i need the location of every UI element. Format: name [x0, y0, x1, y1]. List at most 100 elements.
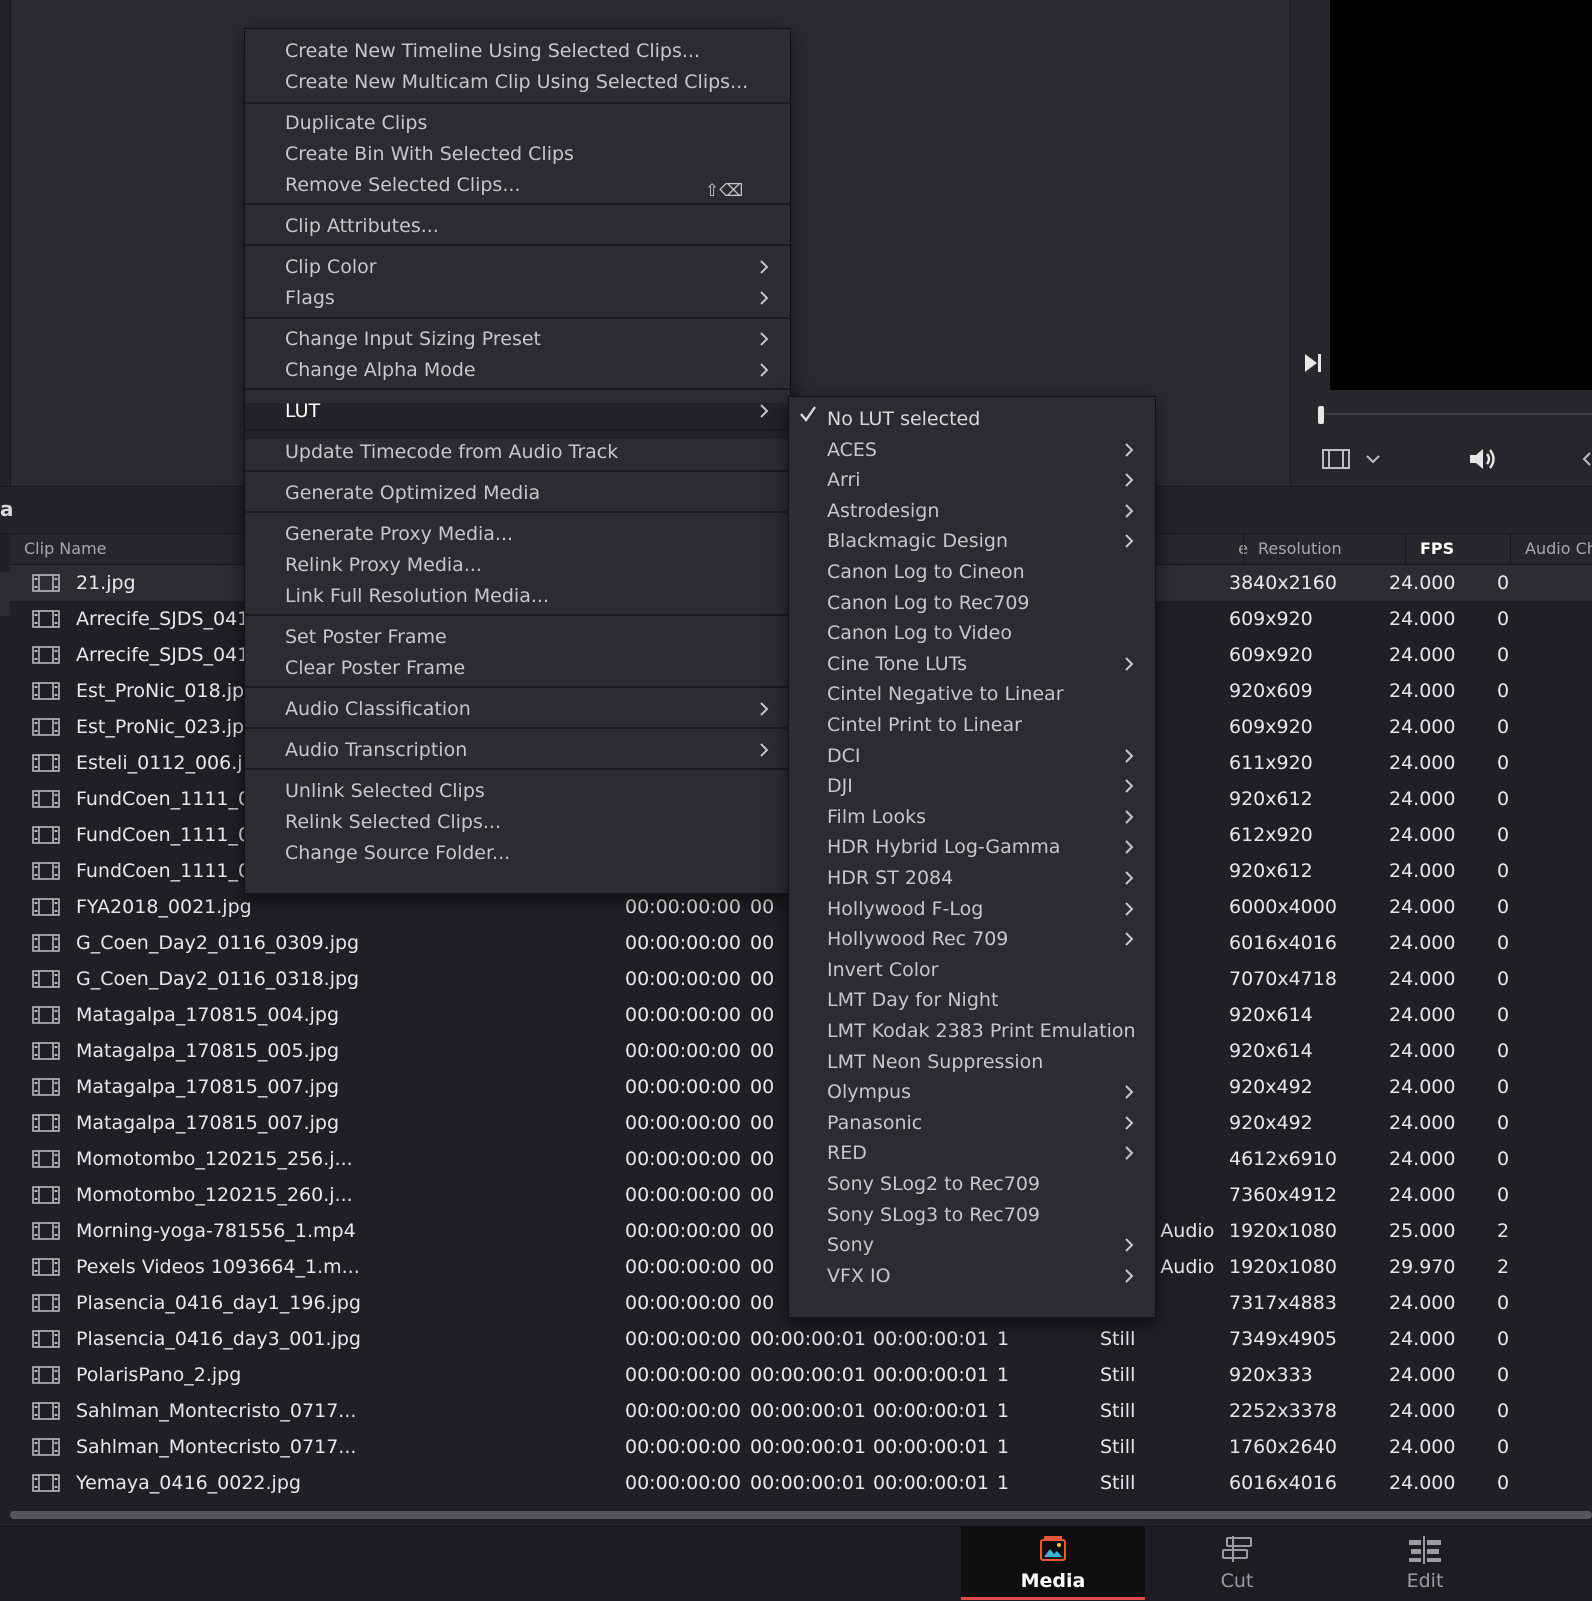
lut-item-hollywood-rec-709[interactable]: Hollywood Rec 709: [827, 927, 1008, 951]
menu-item-update-timecode-from-audio-track[interactable]: Update Timecode from Audio Track: [285, 440, 618, 464]
lut-item-sony-slog2-to-rec709[interactable]: Sony SLog2 to Rec709: [827, 1172, 1040, 1196]
cell-name[interactable]: Esteli_0112_006.jpg: [76, 745, 267, 781]
lut-item-no-lut-selected[interactable]: No LUT selected: [827, 407, 980, 431]
menu-item-relink-selected-clips[interactable]: Relink Selected Clips...: [285, 810, 501, 834]
cell-name[interactable]: Momotombo_120215_256.j...: [76, 1141, 353, 1177]
lut-item-sony-slog3-to-rec709[interactable]: Sony SLog3 to Rec709: [827, 1203, 1040, 1227]
cell-name[interactable]: G_Coen_Day2_0116_0309.jpg: [76, 925, 359, 961]
skip-to-end-icon[interactable]: [1303, 352, 1323, 374]
menu-item-generate-optimized-media[interactable]: Generate Optimized Media: [285, 481, 540, 505]
lut-item-canon-log-to-rec709[interactable]: Canon Log to Rec709: [827, 591, 1030, 615]
lut-item-cintel-negative-to-linear[interactable]: Cintel Negative to Linear: [827, 682, 1064, 706]
menu-item-clip-color[interactable]: Clip Color: [285, 255, 377, 279]
cell-name[interactable]: Sahlman_Montecristo_0717...: [76, 1393, 356, 1429]
tab-media[interactable]: Media: [961, 1526, 1145, 1600]
lut-item-dji[interactable]: DJI: [827, 774, 853, 798]
lut-item-aces[interactable]: ACES: [827, 438, 877, 462]
tab-cut[interactable]: Cut: [1145, 1526, 1329, 1600]
lut-item-cine-tone-luts[interactable]: Cine Tone LUTs: [827, 652, 967, 676]
cell-name[interactable]: Est_ProNic_018.jpg: [76, 673, 256, 709]
table-row[interactable]: Plasencia_0416_day3_001.jpg 00:00:00:00 00…: [10, 1321, 1592, 1357]
cell-name[interactable]: Matagalpa_170815_004.jpg: [76, 997, 339, 1033]
lut-item-sony[interactable]: Sony: [827, 1233, 874, 1257]
clip-view-icon[interactable]: [1322, 449, 1350, 469]
menu-item-unlink-selected-clips[interactable]: Unlink Selected Clips: [285, 779, 485, 803]
menu-separator: [245, 317, 790, 319]
cell-name[interactable]: Plasencia_0416_day3_001.jpg: [76, 1321, 361, 1357]
lut-item-canon-log-to-cineon[interactable]: Canon Log to Cineon: [827, 560, 1025, 584]
lut-item-vfx-io[interactable]: VFX IO: [827, 1264, 891, 1288]
cell-name[interactable]: Yemaya_0416_0022.jpg: [76, 1465, 301, 1501]
cell-name[interactable]: FundCoen_1111_00: [76, 817, 262, 853]
menu-item-change-source-folder[interactable]: Change Source Folder...: [285, 841, 510, 865]
lut-item-dci[interactable]: DCI: [827, 744, 861, 768]
menu-item-duplicate-clips[interactable]: Duplicate Clips: [285, 111, 427, 135]
table-row[interactable]: PolarisPano_2.jpg 00:00:00:00 00:00:00:01 0…: [10, 1357, 1592, 1393]
menu-item-audio-transcription[interactable]: Audio Transcription: [285, 738, 467, 762]
cell-name[interactable]: Pexels Videos 1093664_1.m...: [76, 1249, 360, 1285]
lut-item-red[interactable]: RED: [827, 1141, 867, 1165]
menu-item-flags[interactable]: Flags: [285, 286, 335, 310]
lut-item-lmt-day-for-night[interactable]: LMT Day for Night: [827, 988, 998, 1012]
menu-item-create-bin-with-selected-clips[interactable]: Create Bin With Selected Clips: [285, 142, 574, 166]
cell-name[interactable]: FundCoen_1111_00: [76, 853, 262, 889]
cell-name[interactable]: Est_ProNic_023.jpg: [76, 709, 256, 745]
speaker-icon[interactable]: [1468, 446, 1500, 472]
menu-item-create-new-timeline-using-selected-clips[interactable]: Create New Timeline Using Selected Clips…: [285, 39, 700, 63]
scrubber-playhead[interactable]: [1318, 406, 1324, 424]
cell-name[interactable]: Sahlman_Montecristo_0717...: [76, 1429, 356, 1465]
lut-item-canon-log-to-video[interactable]: Canon Log to Video: [827, 621, 1012, 645]
lut-item-hdr-hybrid-log-gamma[interactable]: HDR Hybrid Log-Gamma: [827, 835, 1060, 859]
table-row[interactable]: Sahlman_Montecristo_0717... 00:00:00:00 00…: [10, 1429, 1592, 1465]
menu-item-change-alpha-mode[interactable]: Change Alpha Mode: [285, 358, 476, 382]
table-row[interactable]: Yemaya_0416_0022.jpg 00:00:00:00 00:00:00:…: [10, 1465, 1592, 1501]
lut-item-hdr-st-2084[interactable]: HDR ST 2084: [827, 866, 953, 890]
lut-item-olympus[interactable]: Olympus: [827, 1080, 911, 1104]
column-fps[interactable]: FPS: [1405, 534, 1510, 564]
lut-item-arri[interactable]: Arri: [827, 468, 861, 492]
lut-item-panasonic[interactable]: Panasonic: [827, 1111, 922, 1135]
cell-name[interactable]: Matagalpa_170815_007.jpg: [76, 1069, 339, 1105]
column-resolution[interactable]: Resolution: [1243, 534, 1405, 564]
menu-item-change-input-sizing-preset[interactable]: Change Input Sizing Preset: [285, 327, 541, 351]
cell-name[interactable]: Momotombo_120215_260.j...: [76, 1177, 353, 1213]
lut-item-lmt-kodak-2383-print-emulation[interactable]: LMT Kodak 2383 Print Emulation: [827, 1019, 1136, 1043]
cell-res: 920x333: [1229, 1364, 1313, 1386]
scrubber-track[interactable]: [1322, 413, 1592, 415]
horizontal-scrollbar-thumb[interactable]: [10, 1511, 1592, 1519]
lut-item-cintel-print-to-linear[interactable]: Cintel Print to Linear: [827, 713, 1022, 737]
lut-item-lmt-neon-suppression[interactable]: LMT Neon Suppression: [827, 1050, 1043, 1074]
cell-name[interactable]: Morning-yoga-781556_1.mp4: [76, 1213, 356, 1249]
cell-name[interactable]: Matagalpa_170815_007.jpg: [76, 1105, 339, 1141]
cell-name[interactable]: Matagalpa_170815_005.jpg: [76, 1033, 339, 1069]
lut-item-film-looks[interactable]: Film Looks: [827, 805, 926, 829]
cell-name[interactable]: 21.jpg: [76, 565, 136, 601]
menu-item-set-poster-frame[interactable]: Set Poster Frame: [285, 625, 447, 649]
cell-name[interactable]: PolarisPano_2.jpg: [76, 1357, 241, 1393]
lut-item-hollywood-f-log[interactable]: Hollywood F-Log: [827, 897, 983, 921]
cell-name[interactable]: Arrecife_SJDS_0412: [76, 637, 261, 673]
menu-item-clip-attributes[interactable]: Clip Attributes...: [285, 214, 439, 238]
chevron-left-icon[interactable]: [1580, 450, 1592, 468]
chevron-down-icon[interactable]: [1364, 450, 1382, 468]
column-type[interactable]: e: [1150, 534, 1254, 564]
cell-name[interactable]: FYA2018_0021.jpg: [76, 889, 252, 925]
tab-edit[interactable]: Edit: [1333, 1526, 1517, 1600]
cell-name[interactable]: FundCoen_1111_00: [76, 781, 262, 817]
menu-item-create-new-multicam-clip-using-selected-clips[interactable]: Create New Multicam Clip Using Selected …: [285, 70, 748, 94]
menu-item-link-full-resolution-media[interactable]: Link Full Resolution Media...: [285, 584, 549, 608]
lut-item-invert-color[interactable]: Invert Color: [827, 958, 939, 982]
cell-name[interactable]: Arrecife_SJDS_0412: [76, 601, 261, 637]
menu-item-generate-proxy-media[interactable]: Generate Proxy Media...: [285, 522, 513, 546]
menu-item-clear-poster-frame[interactable]: Clear Poster Frame: [285, 656, 465, 680]
table-row[interactable]: Sahlman_Montecristo_0717... 00:00:00:00 00…: [10, 1393, 1592, 1429]
column-audio-channels[interactable]: Audio Ch: [1510, 534, 1592, 564]
lut-item-blackmagic-design[interactable]: Blackmagic Design: [827, 529, 1008, 553]
cell-name[interactable]: Plasencia_0416_day1_196.jpg: [76, 1285, 361, 1321]
menu-item-relink-proxy-media[interactable]: Relink Proxy Media...: [285, 553, 482, 577]
menu-item-lut[interactable]: LUT: [285, 399, 320, 423]
menu-item-remove-selected-clips[interactable]: Remove Selected Clips...: [285, 173, 520, 197]
cell-name[interactable]: G_Coen_Day2_0116_0318.jpg: [76, 961, 359, 997]
lut-item-astrodesign[interactable]: Astrodesign: [827, 499, 939, 523]
menu-item-audio-classification[interactable]: Audio Classification: [285, 697, 471, 721]
